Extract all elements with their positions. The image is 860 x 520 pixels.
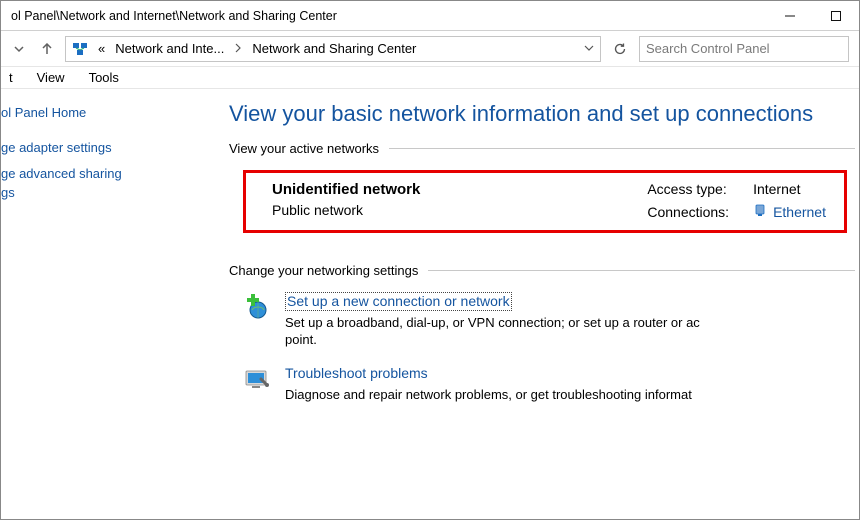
troubleshoot-item: Troubleshoot problems Diagnose and repai… [243, 365, 847, 404]
menu-item-view[interactable]: View [37, 70, 65, 85]
setup-connection-desc: Set up a broadband, dial-up, or VPN conn… [285, 315, 700, 349]
section-networking-settings-label: Change your networking settings [229, 263, 418, 278]
section-networking-settings: Change your networking settings [229, 263, 855, 278]
menu-item-tools[interactable]: Tools [89, 70, 119, 85]
sidebar: ol Panel Home ge adapter settings ge adv… [1, 89, 209, 519]
breadcrumb[interactable]: « Network and Inte... Network and Sharin… [65, 36, 601, 62]
window-controls [767, 1, 859, 30]
breadcrumb-item-1[interactable]: Network and Inte... [113, 41, 226, 56]
chevron-right-icon[interactable] [232, 41, 244, 56]
change-adapter-settings-link[interactable]: ge adapter settings [1, 138, 197, 158]
main-pane: View your basic network information and … [209, 89, 859, 519]
network-summary: Unidentified network Public network [272, 181, 420, 220]
maximize-button[interactable] [813, 1, 859, 30]
connections-value: Ethernet [753, 203, 826, 220]
menu-item-0[interactable]: t [9, 70, 13, 85]
section-active-networks: View your active networks [229, 141, 855, 156]
page-heading: View your basic network information and … [229, 101, 855, 127]
troubleshoot-icon [243, 365, 273, 395]
minimize-button[interactable] [767, 1, 813, 30]
setup-connection-item: Set up a new connection or network Set u… [243, 292, 847, 349]
divider [428, 270, 855, 271]
up-button[interactable] [37, 39, 57, 59]
history-dropdown-button[interactable] [9, 39, 29, 59]
network-details: Access type: Internet Connections: Ether… [647, 181, 826, 220]
window-title: ol Panel\Network and Internet\Network an… [11, 9, 337, 23]
setup-connection-link[interactable]: Set up a new connection or network [285, 292, 512, 311]
connections-label: Connections: [647, 204, 729, 220]
control-panel-home-link[interactable]: ol Panel Home [1, 105, 197, 120]
troubleshoot-link[interactable]: Troubleshoot problems [285, 365, 428, 383]
menu-bar: t View Tools [1, 67, 859, 89]
search-input[interactable]: Search Control Panel [639, 36, 849, 62]
access-type-value: Internet [753, 181, 826, 197]
change-advanced-sharing-link[interactable]: ge advanced sharing gs [1, 164, 197, 203]
titlebar: ol Panel\Network and Internet\Network an… [1, 1, 859, 31]
access-type-label: Access type: [647, 181, 729, 197]
breadcrumb-prefix: « [96, 41, 107, 56]
search-placeholder: Search Control Panel [646, 41, 770, 56]
network-name: Unidentified network [272, 181, 420, 198]
network-sharing-icon [72, 40, 90, 58]
active-network-box: Unidentified network Public network Acce… [243, 170, 847, 233]
content-body: ol Panel Home ge adapter settings ge adv… [1, 89, 859, 519]
divider [389, 148, 855, 149]
ethernet-icon [753, 203, 767, 220]
window-root: ol Panel\Network and Internet\Network an… [0, 0, 860, 520]
address-bar: « Network and Inte... Network and Sharin… [1, 31, 859, 67]
network-type: Public network [272, 202, 420, 218]
section-active-networks-label: View your active networks [229, 141, 379, 156]
breadcrumb-dropdown-button[interactable] [576, 41, 594, 56]
setup-connection-icon [243, 292, 273, 322]
ethernet-link[interactable]: Ethernet [773, 204, 826, 220]
breadcrumb-item-2[interactable]: Network and Sharing Center [250, 41, 418, 56]
troubleshoot-desc: Diagnose and repair network problems, or… [285, 387, 692, 404]
refresh-button[interactable] [609, 38, 631, 60]
